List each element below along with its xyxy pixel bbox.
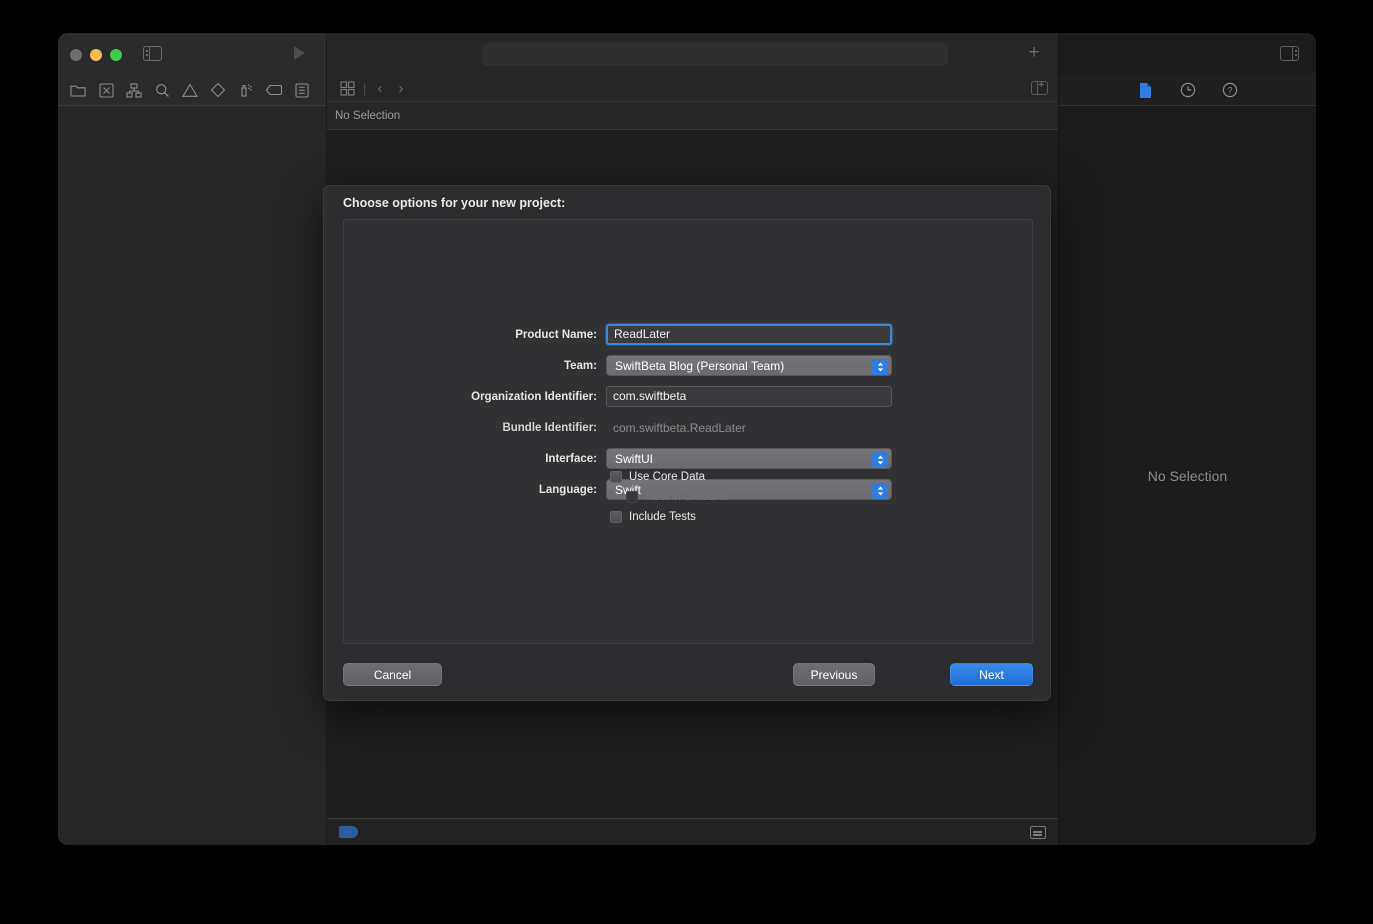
grid-icon[interactable] <box>336 78 358 98</box>
bundle-identifier-label: Bundle Identifier: <box>502 421 597 434</box>
console-toggle-icon[interactable] <box>1030 825 1046 839</box>
form-row-bundle-identifier: Bundle Identifier: com.swiftbeta.ReadLat… <box>344 412 1032 443</box>
cancel-button[interactable]: Cancel <box>343 663 442 686</box>
navigator-tab-bar <box>58 75 326 106</box>
form-row-organization-identifier: Organization Identifier: com.swiftbeta <box>344 381 1032 412</box>
host-in-cloudkit-label: Host in CloudKit <box>645 491 728 503</box>
close-window-button[interactable] <box>70 49 82 61</box>
run-play-icon[interactable] <box>294 46 305 60</box>
next-button[interactable]: Next <box>950 663 1033 686</box>
list-icon[interactable] <box>288 77 316 103</box>
title-bar-editor-section: + <box>327 33 1058 75</box>
clock-icon[interactable] <box>1177 79 1199 101</box>
use-core-data-checkbox[interactable] <box>610 471 622 483</box>
team-select-value: SwiftBeta Blog (Personal Team) <box>615 359 785 373</box>
bundle-identifier-value: com.swiftbeta.ReadLater <box>613 420 746 435</box>
interface-label: Interface: <box>545 452 597 465</box>
title-bar-inspector-section <box>1058 33 1316 75</box>
use-core-data-label: Use Core Data <box>629 471 706 483</box>
navigate-back-button[interactable]: ‹ <box>371 80 388 97</box>
inspector-empty-state: No Selection <box>1059 106 1316 845</box>
new-project-options-dialog: Choose options for your new project: Pro… <box>323 185 1051 701</box>
navigate-forward-button[interactable]: › <box>392 80 409 97</box>
minimize-window-button[interactable] <box>90 49 102 61</box>
hierarchy-icon[interactable] <box>120 77 148 103</box>
title-bar: + <box>58 33 1316 75</box>
spray-icon[interactable] <box>232 77 260 103</box>
editor-jump-bar: | ‹ › <box>327 75 1058 102</box>
organization-identifier-label: Organization Identifier: <box>471 390 597 403</box>
include-tests-checkbox[interactable] <box>610 511 622 523</box>
checkbox-row-include-tests[interactable]: Include Tests <box>344 507 1032 527</box>
interface-select-value: SwiftUI <box>615 452 654 466</box>
form-row-team: Team: SwiftBeta Blog (Personal Team) <box>344 350 1032 381</box>
checkbox-row-host-in-cloudkit: Host in CloudKit <box>344 487 1032 507</box>
chevron-updown-icon <box>872 451 888 468</box>
jump-bar-separator: | <box>363 80 367 96</box>
diamond-icon[interactable] <box>204 77 232 103</box>
tag-icon[interactable] <box>260 77 288 103</box>
tag-badge-icon[interactable] <box>339 826 358 838</box>
folder-icon[interactable] <box>64 77 92 103</box>
host-in-cloudkit-checkbox <box>626 491 638 503</box>
organization-identifier-input[interactable]: com.swiftbeta <box>606 386 892 407</box>
options-checkbox-group: Use Core Data Host in CloudKit Include T… <box>344 467 1032 527</box>
navigator-panel <box>58 75 327 845</box>
editor-breadcrumb: No Selection <box>327 102 1058 129</box>
editor-no-selection-label: No Selection <box>335 109 401 122</box>
document-icon[interactable] <box>1135 79 1157 101</box>
maximize-window-button[interactable] <box>110 49 122 61</box>
question-mark-icon[interactable]: ? <box>1219 79 1241 101</box>
product-name-input[interactable]: ReadLater <box>606 324 892 345</box>
previous-button[interactable]: Previous <box>793 663 875 686</box>
team-label: Team: <box>563 359 597 372</box>
inspector-panel: ? No Selection <box>1058 75 1316 845</box>
interface-select[interactable]: SwiftUI <box>606 448 892 469</box>
inspector-no-selection-label: No Selection <box>1147 467 1228 484</box>
inspector-toggle-icon[interactable] <box>1280 45 1299 62</box>
include-tests-label: Include Tests <box>629 511 696 523</box>
activity-status-field[interactable] <box>482 43 948 66</box>
warning-triangle-icon[interactable] <box>176 77 204 103</box>
team-select[interactable]: SwiftBeta Blog (Personal Team) <box>606 355 892 376</box>
x-box-icon[interactable] <box>92 77 120 103</box>
editor-status-bar <box>327 818 1058 845</box>
navigator-content <box>58 106 326 845</box>
traffic-lights <box>70 49 122 61</box>
title-bar-navigator-section <box>58 33 327 75</box>
sidebar-toggle-icon[interactable] <box>143 45 162 62</box>
form-row-product-name: Product Name: ReadLater <box>344 319 1032 350</box>
dialog-button-bar: Cancel Previous Next <box>343 663 1033 686</box>
inspector-tab-bar: ? <box>1059 75 1316 106</box>
product-name-label: Product Name: <box>515 328 597 341</box>
dialog-title: Choose options for your new project: <box>343 196 566 210</box>
chevron-updown-icon <box>872 358 888 375</box>
add-button[interactable]: + <box>1026 43 1042 62</box>
screen: + | ‹ › + No Selection ? No Selection Ch… <box>0 0 1373 924</box>
search-icon[interactable] <box>148 77 176 103</box>
dialog-options-panel: Product Name: ReadLater Team: SwiftBeta … <box>343 219 1033 644</box>
add-editor-icon[interactable] <box>1031 78 1048 96</box>
svg-text:?: ? <box>1227 86 1232 96</box>
checkbox-row-use-core-data[interactable]: Use Core Data <box>344 467 1032 487</box>
